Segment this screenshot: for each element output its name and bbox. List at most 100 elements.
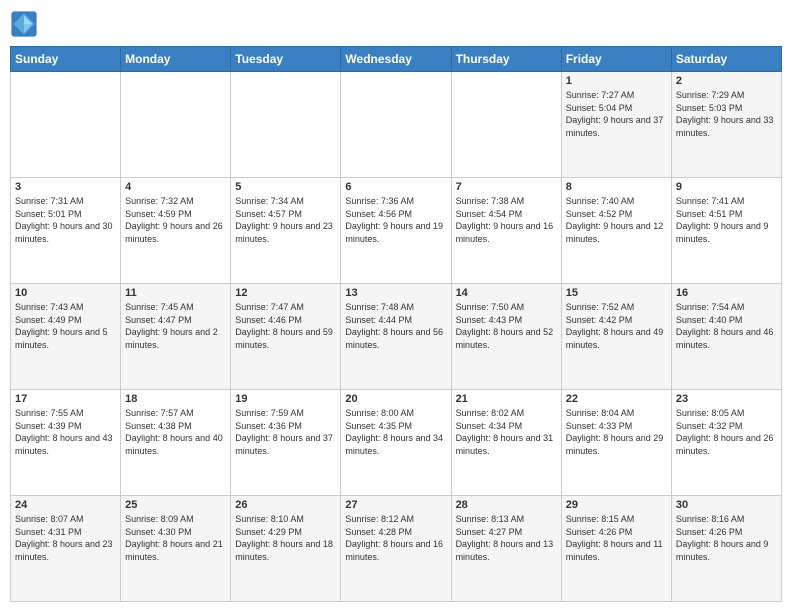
day-header-tuesday: Tuesday [231,47,341,72]
day-info: Sunrise: 8:16 AMSunset: 4:26 PMDaylight:… [676,513,777,563]
calendar-cell: 5 Sunrise: 7:34 AMSunset: 4:57 PMDaylight… [231,178,341,284]
day-number: 17 [15,393,116,405]
day-info: Sunrise: 7:36 AMSunset: 4:56 PMDaylight:… [345,195,446,245]
calendar-cell: 7 Sunrise: 7:38 AMSunset: 4:54 PMDaylight… [451,178,561,284]
calendar-cell: 18 Sunrise: 7:57 AMSunset: 4:38 PMDayligh… [121,390,231,496]
day-number: 24 [15,499,116,511]
calendar-cell: 26 Sunrise: 8:10 AMSunset: 4:29 PMDayligh… [231,496,341,602]
calendar-cell [231,72,341,178]
day-number: 16 [676,287,777,299]
calendar-cell [11,72,121,178]
day-info: Sunrise: 7:59 AMSunset: 4:36 PMDaylight:… [235,407,336,457]
day-number: 21 [456,393,557,405]
calendar-cell: 9Sunrise: 7:41 AMSunset: 4:51 PMDaylight… [671,178,781,284]
calendar-cell: 24 Sunrise: 8:07 AMSunset: 4:31 PMDayligh… [11,496,121,602]
calendar-cell: 14 Sunrise: 7:50 AMSunset: 4:43 PMDayligh… [451,284,561,390]
day-info: Sunrise: 7:29 AMSunset: 5:03 PMDaylight:… [676,89,777,139]
calendar-week-2: 3 Sunrise: 7:31 AMSunset: 5:01 PMDaylight… [11,178,782,284]
day-number: 7 [456,181,557,193]
header [10,10,782,38]
calendar-week-5: 24 Sunrise: 8:07 AMSunset: 4:31 PMDayligh… [11,496,782,602]
day-number: 11 [125,287,226,299]
calendar-week-3: 10 Sunrise: 7:43 AMSunset: 4:49 PMDayligh… [11,284,782,390]
calendar-week-1: 1 Sunrise: 7:27 AMSunset: 5:04 PMDaylight… [11,72,782,178]
day-info: Sunrise: 7:57 AMSunset: 4:38 PMDaylight:… [125,407,226,457]
calendar-cell: 25 Sunrise: 8:09 AMSunset: 4:30 PMDayligh… [121,496,231,602]
day-number: 18 [125,393,226,405]
calendar-cell [121,72,231,178]
day-info: Sunrise: 7:31 AMSunset: 5:01 PMDaylight:… [15,195,116,245]
calendar-cell: 28 Sunrise: 8:13 AMSunset: 4:27 PMDayligh… [451,496,561,602]
day-info: Sunrise: 7:43 AMSunset: 4:49 PMDaylight:… [15,301,116,351]
day-info: Sunrise: 8:13 AMSunset: 4:27 PMDaylight:… [456,513,557,563]
day-number: 3 [15,181,116,193]
calendar-table: SundayMondayTuesdayWednesdayThursdayFrid… [10,46,782,602]
calendar-week-4: 17 Sunrise: 7:55 AMSunset: 4:39 PMDayligh… [11,390,782,496]
day-number: 27 [345,499,446,511]
calendar-cell: 3 Sunrise: 7:31 AMSunset: 5:01 PMDaylight… [11,178,121,284]
calendar-cell: 1 Sunrise: 7:27 AMSunset: 5:04 PMDaylight… [561,72,671,178]
day-number: 14 [456,287,557,299]
day-number: 25 [125,499,226,511]
day-info: Sunrise: 7:47 AMSunset: 4:46 PMDaylight:… [235,301,336,351]
day-number: 4 [125,181,226,193]
calendar-cell: 17 Sunrise: 7:55 AMSunset: 4:39 PMDayligh… [11,390,121,496]
calendar-cell: 22 Sunrise: 8:04 AMSunset: 4:33 PMDayligh… [561,390,671,496]
calendar-cell [341,72,451,178]
calendar-cell: 29 Sunrise: 8:15 AMSunset: 4:26 PMDayligh… [561,496,671,602]
day-info: Sunrise: 7:32 AMSunset: 4:59 PMDaylight:… [125,195,226,245]
day-info: Sunrise: 7:50 AMSunset: 4:43 PMDaylight:… [456,301,557,351]
day-info: Sunrise: 8:02 AMSunset: 4:34 PMDaylight:… [456,407,557,457]
day-info: Sunrise: 7:27 AMSunset: 5:04 PMDaylight:… [566,89,667,139]
day-info: Sunrise: 7:54 AMSunset: 4:40 PMDaylight:… [676,301,777,351]
day-number: 1 [566,75,667,87]
day-number: 23 [676,393,777,405]
day-info: Sunrise: 7:38 AMSunset: 4:54 PMDaylight:… [456,195,557,245]
day-number: 19 [235,393,336,405]
calendar-cell: 16 Sunrise: 7:54 AMSunset: 4:40 PMDayligh… [671,284,781,390]
calendar-cell: 10 Sunrise: 7:43 AMSunset: 4:49 PMDayligh… [11,284,121,390]
day-info: Sunrise: 8:04 AMSunset: 4:33 PMDaylight:… [566,407,667,457]
day-number: 30 [676,499,777,511]
day-number: 29 [566,499,667,511]
day-info: Sunrise: 7:48 AMSunset: 4:44 PMDaylight:… [345,301,446,351]
day-info: Sunrise: 7:52 AMSunset: 4:42 PMDaylight:… [566,301,667,351]
day-info: Sunrise: 8:15 AMSunset: 4:26 PMDaylight:… [566,513,667,563]
calendar-cell: 27 Sunrise: 8:12 AMSunset: 4:28 PMDayligh… [341,496,451,602]
day-number: 10 [15,287,116,299]
logo [10,10,42,38]
day-info: Sunrise: 8:09 AMSunset: 4:30 PMDaylight:… [125,513,226,563]
day-info: Sunrise: 7:55 AMSunset: 4:39 PMDaylight:… [15,407,116,457]
calendar-cell: 30 Sunrise: 8:16 AMSunset: 4:26 PMDayligh… [671,496,781,602]
day-number: 12 [235,287,336,299]
day-number: 22 [566,393,667,405]
calendar-cell: 19 Sunrise: 7:59 AMSunset: 4:36 PMDayligh… [231,390,341,496]
day-info: Sunrise: 7:34 AMSunset: 4:57 PMDaylight:… [235,195,336,245]
day-info: Sunrise: 8:05 AMSunset: 4:32 PMDaylight:… [676,407,777,457]
day-info: Sunrise: 8:10 AMSunset: 4:29 PMDaylight:… [235,513,336,563]
day-number: 28 [456,499,557,511]
day-header-thursday: Thursday [451,47,561,72]
calendar-cell [451,72,561,178]
day-info: Sunrise: 8:00 AMSunset: 4:35 PMDaylight:… [345,407,446,457]
day-number: 20 [345,393,446,405]
day-header-friday: Friday [561,47,671,72]
calendar-cell: 6Sunrise: 7:36 AMSunset: 4:56 PMDaylight… [341,178,451,284]
calendar-cell: 23 Sunrise: 8:05 AMSunset: 4:32 PMDayligh… [671,390,781,496]
calendar-cell: 20 Sunrise: 8:00 AMSunset: 4:35 PMDayligh… [341,390,451,496]
day-info: Sunrise: 7:45 AMSunset: 4:47 PMDaylight:… [125,301,226,351]
calendar-cell: 13 Sunrise: 7:48 AMSunset: 4:44 PMDayligh… [341,284,451,390]
day-number: 13 [345,287,446,299]
logo-icon [10,10,38,38]
day-info: Sunrise: 8:12 AMSunset: 4:28 PMDaylight:… [345,513,446,563]
day-header-wednesday: Wednesday [341,47,451,72]
calendar-cell: 12 Sunrise: 7:47 AMSunset: 4:46 PMDayligh… [231,284,341,390]
day-info: Sunrise: 8:07 AMSunset: 4:31 PMDaylight:… [15,513,116,563]
day-number: 2 [676,75,777,87]
day-number: 5 [235,181,336,193]
day-info: Sunrise: 7:41 AMSunset: 4:51 PMDaylight:… [676,195,777,245]
day-header-sunday: Sunday [11,47,121,72]
day-number: 26 [235,499,336,511]
day-info: Sunrise: 7:40 AMSunset: 4:52 PMDaylight:… [566,195,667,245]
day-number: 15 [566,287,667,299]
